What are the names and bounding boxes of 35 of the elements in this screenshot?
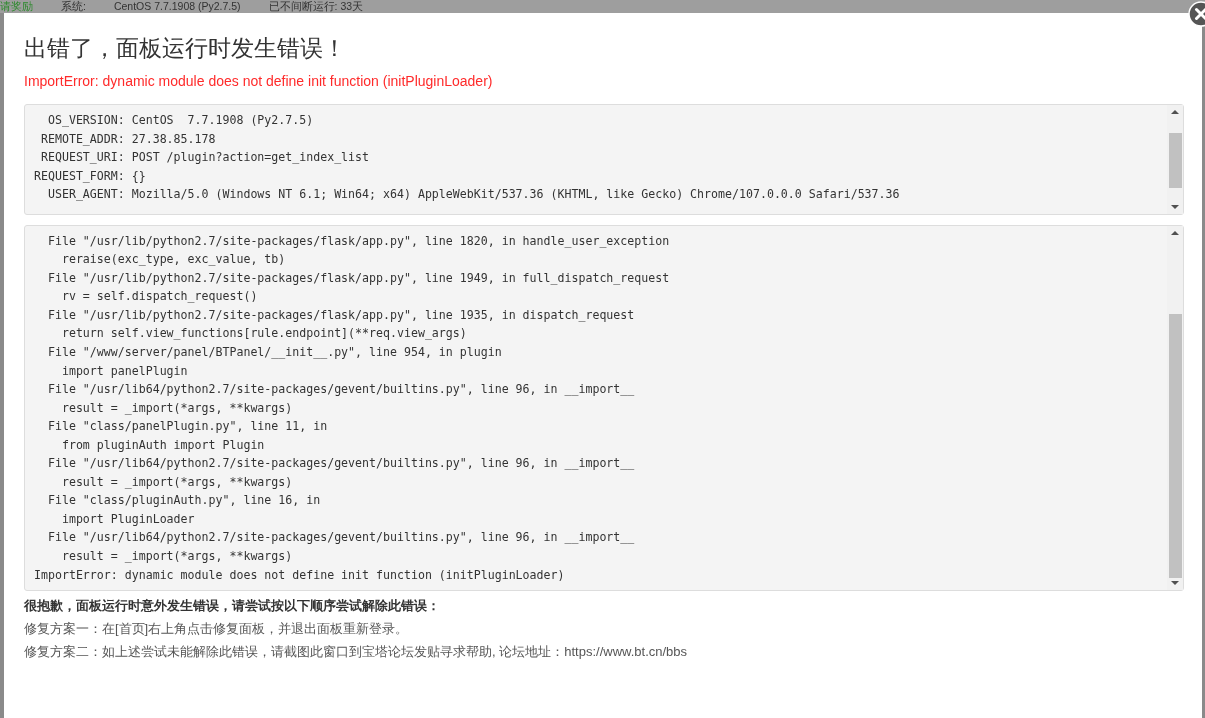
code-line: from pluginAuth import Plugin xyxy=(60,436,266,454)
status-text: 系统: xyxy=(61,0,86,13)
code-line: REQUEST_FORM: {} xyxy=(34,167,147,185)
help-text: 修复方案一：在[首页]右上角点击修复面板，并退出面板重新登录。 xyxy=(24,620,410,639)
code-line: File "/usr/lib64/python2.7/site-packages/gevent/builtins.py", line 96, in __import__ xyxy=(46,455,636,473)
dialog-title: 出错了，面板运行时发生错误！ xyxy=(24,34,347,63)
code-line: result = _import(*args, **kwargs) xyxy=(60,548,294,566)
scrollbar[interactable] xyxy=(1167,225,1183,591)
code-line: result = _import(*args, **kwargs) xyxy=(60,399,294,417)
code-line: File "/usr/lib/python2.7/site-packages/flask/app.py", line 1949, in full_dispatch_request xyxy=(46,269,671,287)
help-heading: 很抱歉，面板运行时意外发生错误，请尝试按以下顺序尝试解除此错误： xyxy=(24,597,441,616)
help-text: 修复方案二：如上述尝试未能解除此错误，请截图此窗口到宝塔论坛发贴寻求帮助, 论坛地址：https://www.bt.cn/bbs xyxy=(24,643,689,662)
status-text: 已不间断运行: 33天 xyxy=(268,0,364,13)
code-line: result = _import(*args, **kwargs) xyxy=(60,473,294,491)
error-message: ImportError: dynamic module does not define init function (initPluginLoader) xyxy=(24,72,494,90)
code-line: import panelPlugin xyxy=(60,362,189,380)
code-line: OS_VERSION: CentOS 7.7.1908 (Py2.7.5) xyxy=(46,112,315,129)
code-line: File "/usr/lib/python2.7/site-packages/flask/app.py", line 1935, in dispatch_request xyxy=(46,306,636,324)
code-line: reraise(exc_type, exc_value, tb) xyxy=(60,251,287,269)
scrollbar[interactable] xyxy=(1167,105,1183,214)
code-line: REMOTE_ADDR: 27.38.85.178 xyxy=(39,130,217,148)
code-line: File "class/pluginAuth.py", line 16, in xyxy=(46,492,322,510)
code-line: File "/usr/lib64/python2.7/site-packages/gevent/builtins.py", line 96, in __import__ xyxy=(46,529,636,547)
code-line: File "class/panelPlugin.py", line 11, in xyxy=(46,418,329,436)
code-line: USER_AGENT: Mozilla/5.0 (Windows NT 6.1; Win64; x64) AppleWebKit/537.36 (KHTML, like Gecko) Chrome/107.0.0.0 Safari/537.36 xyxy=(46,186,901,204)
status-text: CentOS 7.7.1908 (Py2.7.5) xyxy=(113,0,241,13)
code-line: return self.view_functions[rule.endpoint](**req.view_args) xyxy=(60,325,468,343)
code-line: rv = self.dispatch_request() xyxy=(60,288,259,306)
code-line: File "/www/server/panel/BTPanel/__init__.py", line 954, in plugin xyxy=(46,344,503,361)
code-line: REQUEST_URI: POST /plugin?action=get_index_list xyxy=(39,149,371,167)
code-line: File "/usr/lib64/python2.7/site-packages/gevent/builtins.py", line 96, in __import__ xyxy=(46,381,636,399)
code-line: import PluginLoader xyxy=(60,510,196,528)
code-line: ImportError: dynamic module does not define init function (initPluginLoader) xyxy=(34,566,566,584)
code-line: File "/usr/lib/python2.7/site-packages/flask/app.py", line 1820, in handle_user_exception xyxy=(46,232,671,250)
status-text: 请奖励 xyxy=(0,0,33,13)
